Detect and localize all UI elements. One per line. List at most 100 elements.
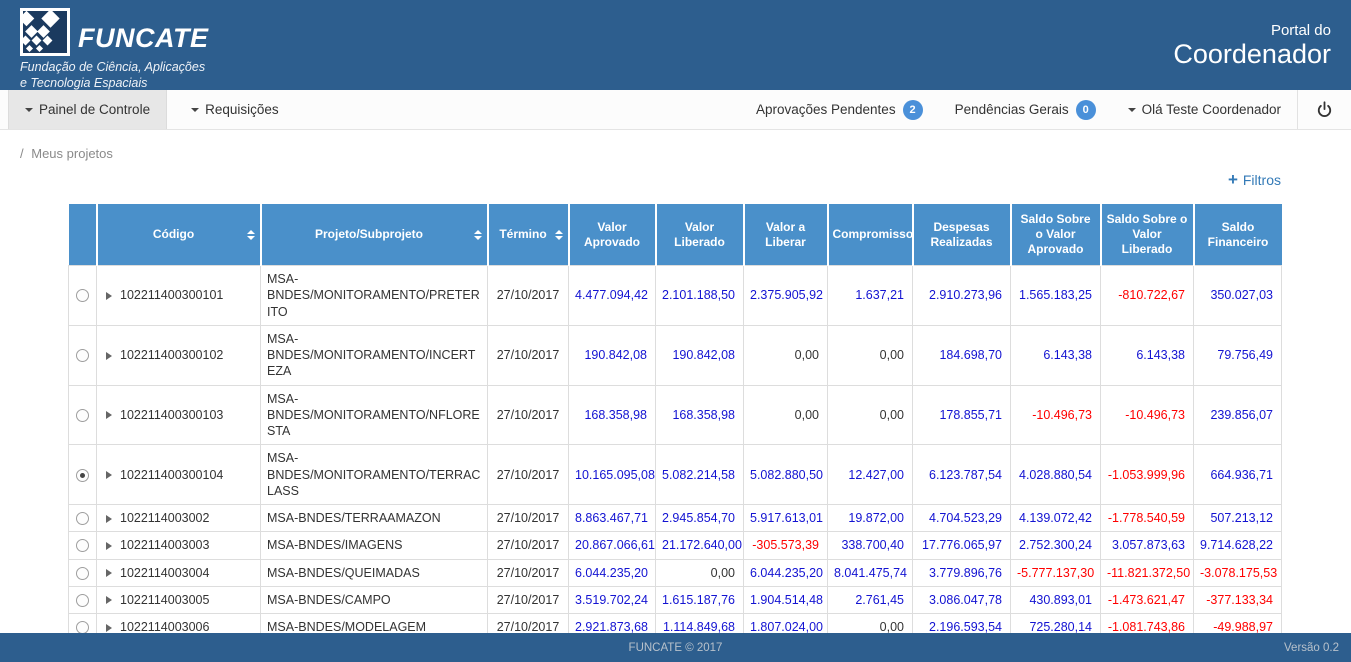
project-radio[interactable] <box>76 469 89 482</box>
table-header-row: CódigoProjeto/SubprojetoTérminoValor Apr… <box>69 204 1282 266</box>
saldo-sobre-o-valor-aprovado-cell: 6.143,38 <box>1011 325 1101 385</box>
project-name-cell: MSA-BNDES/IMAGENS <box>261 532 488 559</box>
power-icon <box>1316 101 1333 118</box>
portal-title: Portal do Coordenador <box>1173 0 1351 90</box>
nav-item-requisicoes[interactable]: Requisições <box>175 90 295 129</box>
saldo-financeiro-cell: 239.856,07 <box>1194 385 1282 445</box>
table-row: 1022114003003MSA-BNDES/IMAGENS27/10/2017… <box>69 532 1282 559</box>
nav-item-painel-de-controle[interactable]: Painel de Controle <box>8 90 167 129</box>
table-row: 1022114003006MSA-BNDES/MODELAGEM27/10/20… <box>69 614 1282 634</box>
saldo-sobre-o-valor-aprovado-cell: 430.893,01 <box>1011 586 1101 613</box>
caret-down-icon <box>191 108 199 112</box>
brand-subtitle-line1: Fundação de Ciência, Aplicações <box>20 59 208 75</box>
saldo-financeiro-cell: -3.078.175,53 <box>1194 559 1282 586</box>
project-radio[interactable] <box>76 621 89 633</box>
end-date-cell: 27/10/2017 <box>488 614 569 634</box>
column-header-codigo[interactable]: Código <box>97 204 261 266</box>
select-cell <box>69 385 97 445</box>
valor-liberado-cell: 0,00 <box>656 559 744 586</box>
end-date-cell: 27/10/2017 <box>488 325 569 385</box>
despesas-realizadas-cell: 2.196.593,54 <box>913 614 1011 634</box>
sort-arrows-icon[interactable] <box>247 230 255 240</box>
project-radio[interactable] <box>76 349 89 362</box>
expand-row-icon[interactable] <box>106 624 112 632</box>
valor-aprovado-cell: 190.842,08 <box>569 325 656 385</box>
expand-row-icon[interactable] <box>106 352 112 360</box>
table-row: 1022114003002MSA-BNDES/TERRAAMAZON27/10/… <box>69 505 1282 532</box>
saldo-financeiro-cell: 9.714.628,22 <box>1194 532 1282 559</box>
end-date-cell: 27/10/2017 <box>488 586 569 613</box>
despesas-realizadas-cell: 17.776.065,97 <box>913 532 1011 559</box>
project-radio[interactable] <box>76 567 89 580</box>
expand-row-icon[interactable] <box>106 411 112 419</box>
select-cell <box>69 586 97 613</box>
project-radio[interactable] <box>76 289 89 302</box>
expand-row-icon[interactable] <box>106 471 112 479</box>
valor-a-liberar-cell: 0,00 <box>744 325 828 385</box>
project-radio[interactable] <box>76 594 89 607</box>
expand-row-icon[interactable] <box>106 569 112 577</box>
main-content: / Meus projetos + Filtros CódigoProjeto/… <box>0 130 1351 633</box>
footer-version: Versão 0.2 <box>1284 642 1339 654</box>
table-row: 102211400300104MSA-BNDES/MONITORAMENTO/T… <box>69 445 1282 505</box>
logout-button[interactable] <box>1297 90 1351 129</box>
nav-item-pendencias-gerais[interactable]: Pendências Gerais 0 <box>939 90 1112 129</box>
saldo-financeiro-cell: -377.133,34 <box>1194 586 1282 613</box>
compromissos-cell: 19.872,00 <box>828 505 913 532</box>
column-header-saldo-sobre-o-valor-aprovado: Saldo Sobre o Valor Aprovado <box>1011 204 1101 266</box>
saldo-sobre-o-valor-aprovado-cell: -5.777.137,30 <box>1011 559 1101 586</box>
footer-copyright: FUNCATE © 2017 <box>629 642 723 654</box>
valor-a-liberar-cell: 6.044.235,20 <box>744 559 828 586</box>
saldo-sobre-o-valor-aprovado-cell: -10.496,73 <box>1011 385 1101 445</box>
sort-arrows-icon[interactable] <box>555 230 563 240</box>
user-menu[interactable]: Olá Teste Coordenador <box>1112 90 1297 129</box>
select-cell <box>69 505 97 532</box>
column-header-saldo-sobre-o-valor-liberado: Saldo Sobre o Valor Liberado <box>1101 204 1194 266</box>
saldo-sobre-o-valor-liberado-cell: -1.473.621,47 <box>1101 586 1194 613</box>
brand-name: FUNCATE <box>78 25 208 56</box>
despesas-realizadas-cell: 6.123.787,54 <box>913 445 1011 505</box>
valor-aprovado-cell: 168.358,98 <box>569 385 656 445</box>
end-date-cell: 27/10/2017 <box>488 445 569 505</box>
project-name-cell: MSA-BNDES/MODELAGEM <box>261 614 488 634</box>
sort-arrows-icon[interactable] <box>474 230 482 240</box>
funcate-logo-icon[interactable] <box>20 8 70 56</box>
valor-a-liberar-cell: 0,00 <box>744 385 828 445</box>
despesas-realizadas-cell: 178.855,71 <box>913 385 1011 445</box>
project-radio[interactable] <box>76 539 89 552</box>
expand-row-icon[interactable] <box>106 542 112 550</box>
filters-label: Filtros <box>1243 172 1281 188</box>
expand-row-icon[interactable] <box>106 292 112 300</box>
project-name-cell: MSA-BNDES/QUEIMADAS <box>261 559 488 586</box>
despesas-realizadas-cell: 4.704.523,29 <box>913 505 1011 532</box>
plus-icon: + <box>1228 171 1238 188</box>
select-cell <box>69 532 97 559</box>
project-code-cell: 102211400300102 <box>97 325 261 385</box>
column-header-termino[interactable]: Término <box>488 204 569 266</box>
project-code-cell: 1022114003003 <box>97 532 261 559</box>
expand-row-icon[interactable] <box>106 596 112 604</box>
column-header-projeto-subprojeto[interactable]: Projeto/Subprojeto <box>261 204 488 266</box>
filters-toggle-button[interactable]: + Filtros <box>1228 171 1281 188</box>
compromissos-cell: 2.761,45 <box>828 586 913 613</box>
pendencias-gerais-badge: 0 <box>1076 100 1096 120</box>
project-code-cell: 1022114003005 <box>97 586 261 613</box>
valor-aprovado-cell: 4.477.094,42 <box>569 266 656 326</box>
saldo-sobre-o-valor-aprovado-cell: 4.139.072,42 <box>1011 505 1101 532</box>
project-radio[interactable] <box>76 409 89 422</box>
saldo-sobre-o-valor-liberado-cell: -10.496,73 <box>1101 385 1194 445</box>
valor-a-liberar-cell: 5.917.613,01 <box>744 505 828 532</box>
despesas-realizadas-cell: 3.086.047,78 <box>913 586 1011 613</box>
project-radio[interactable] <box>76 512 89 525</box>
valor-aprovado-cell: 10.165.095,08 <box>569 445 656 505</box>
expand-row-icon[interactable] <box>106 515 112 523</box>
saldo-financeiro-cell: 664.936,71 <box>1194 445 1282 505</box>
project-name-cell: MSA-BNDES/TERRAAMAZON <box>261 505 488 532</box>
valor-aprovado-cell: 2.921.873,68 <box>569 614 656 634</box>
end-date-cell: 27/10/2017 <box>488 532 569 559</box>
valor-a-liberar-cell: -305.573,39 <box>744 532 828 559</box>
projects-tbody: 102211400300101MSA-BNDES/MONITORAMENTO/P… <box>69 266 1282 634</box>
nav-item-aprovacoes-pendentes[interactable]: Aprovações Pendentes 2 <box>740 90 939 129</box>
saldo-financeiro-cell: 507.213,12 <box>1194 505 1282 532</box>
valor-liberado-cell: 21.172.640,00 <box>656 532 744 559</box>
